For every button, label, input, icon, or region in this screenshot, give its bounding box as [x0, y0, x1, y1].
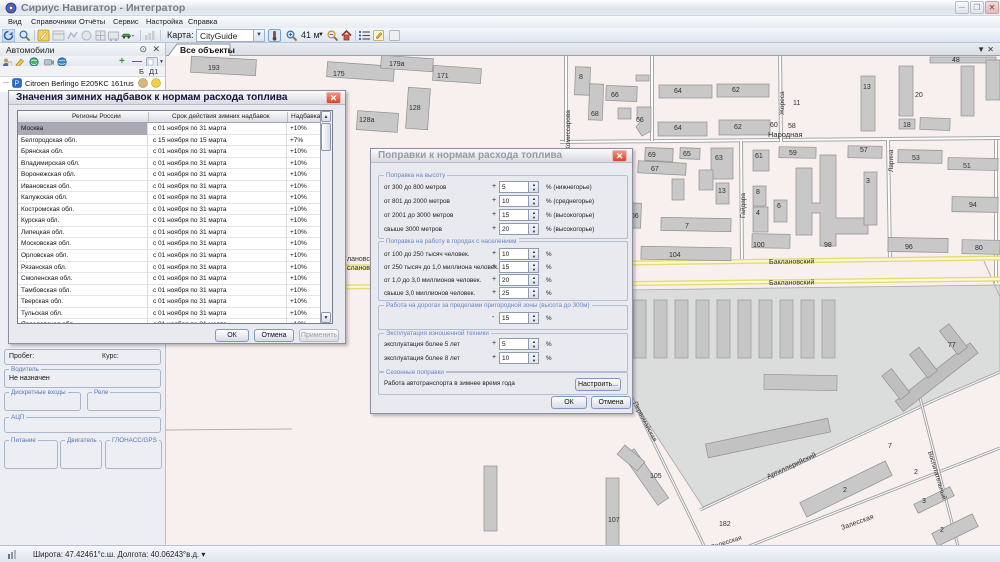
svg-text:6: 6 [777, 203, 781, 210]
svg-text:7: 7 [685, 223, 689, 230]
svg-text:Народная: Народная [768, 130, 803, 139]
svg-text:P: P [15, 81, 20, 88]
svg-text:62: 62 [732, 87, 740, 94]
svg-text:Все объекты: Все объекты [180, 45, 235, 55]
svg-text:Комиссарова: Комиссарова [565, 110, 572, 150]
svg-text:96: 96 [905, 244, 913, 251]
svg-text:13: 13 [718, 188, 726, 195]
svg-text:107: 107 [608, 517, 620, 524]
svg-text:48: 48 [952, 57, 960, 64]
svg-text:66: 66 [636, 117, 644, 124]
svg-text:60: 60 [770, 122, 778, 129]
svg-text:4: 4 [756, 210, 760, 217]
svg-text:18: 18 [903, 122, 911, 129]
svg-text:3: 3 [866, 178, 870, 185]
svg-text:100: 100 [753, 242, 765, 249]
svg-text:Ларина: Ларина [888, 149, 895, 172]
svg-text:58: 58 [788, 123, 796, 130]
svg-text:193: 193 [208, 65, 220, 72]
svg-text:57: 57 [860, 147, 868, 154]
svg-text:2: 2 [843, 487, 847, 494]
svg-text:77: 77 [948, 342, 956, 349]
svg-text:69: 69 [648, 152, 656, 159]
svg-text:61: 61 [755, 153, 763, 160]
svg-text:94: 94 [969, 202, 977, 209]
svg-text:175: 175 [333, 71, 345, 78]
svg-text:11: 11 [793, 100, 800, 107]
svg-text:51: 51 [963, 163, 971, 170]
svg-text:105: 105 [650, 473, 662, 480]
svg-text:2: 2 [940, 527, 944, 534]
svg-text:80: 80 [975, 245, 983, 252]
svg-text:128: 128 [409, 105, 421, 112]
svg-text:67: 67 [651, 166, 659, 173]
svg-text:98: 98 [824, 242, 832, 249]
svg-text:63: 63 [715, 155, 723, 162]
svg-text:66: 66 [611, 92, 619, 99]
svg-text:8: 8 [756, 189, 760, 196]
svg-text:65: 65 [683, 151, 691, 158]
svg-text:64: 64 [674, 88, 682, 95]
svg-text:7: 7 [888, 443, 892, 450]
svg-text:64: 64 [674, 125, 682, 132]
svg-text:68: 68 [591, 111, 599, 118]
svg-text:8: 8 [579, 74, 583, 81]
svg-text:104: 104 [669, 252, 681, 259]
svg-text:53: 53 [912, 155, 920, 162]
svg-text:59: 59 [789, 150, 797, 157]
svg-text:Гайдара: Гайдара [739, 193, 747, 218]
svg-text:Баклановский: Баклановский [769, 257, 815, 266]
svg-text:Жореса: Жореса [779, 91, 786, 115]
svg-text:171: 171 [437, 73, 449, 80]
svg-text:Баклановский: Баклановский [769, 278, 815, 287]
svg-text:62: 62 [734, 124, 742, 131]
svg-text:3: 3 [922, 498, 926, 505]
svg-text:20: 20 [915, 92, 923, 99]
svg-text:179a: 179a [389, 61, 405, 68]
svg-text:13: 13 [863, 84, 871, 91]
svg-text:128a: 128a [359, 117, 375, 124]
svg-text:2: 2 [914, 469, 918, 476]
svg-text:182: 182 [719, 521, 731, 528]
